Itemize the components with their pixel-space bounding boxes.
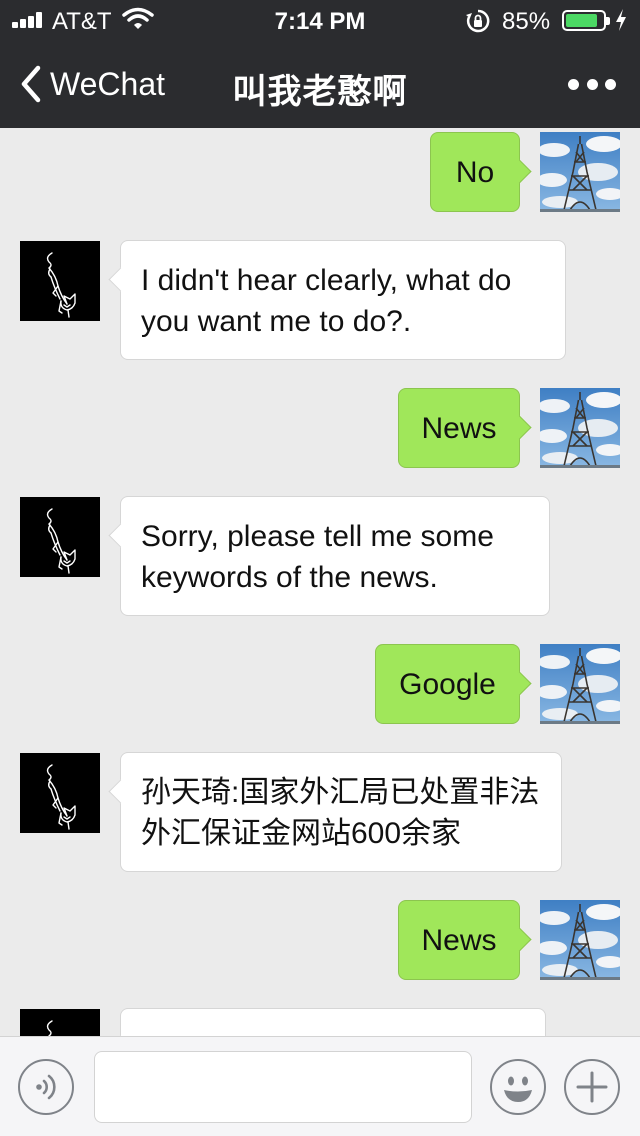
status-bar: AT&T 7:14 PM 85% <box>0 0 640 40</box>
voice-button[interactable] <box>18 1059 74 1115</box>
top-bar: AT&T 7:14 PM 85% WeChat 叫我老憨啊 <box>0 0 640 128</box>
back-button[interactable]: WeChat <box>18 64 165 104</box>
battery-fill <box>566 14 597 27</box>
my-avatar[interactable] <box>540 644 620 724</box>
contact-avatar[interactable] <box>20 497 100 577</box>
voice-icon <box>36 1074 56 1100</box>
message-bubble[interactable]: I didn't hear clearly, what do you want … <box>120 240 566 360</box>
emoji-icon <box>504 1076 532 1102</box>
cat-line-drawing-avatar <box>20 753 100 833</box>
eiffel-tower-avatar <box>540 388 620 468</box>
contact-avatar[interactable] <box>20 1009 100 1036</box>
more-dot <box>605 78 616 90</box>
message-bubble[interactable]: Google <box>375 644 520 724</box>
cat-line-drawing-avatar <box>20 1009 100 1036</box>
eiffel-tower-avatar <box>540 900 620 980</box>
my-avatar[interactable] <box>540 388 620 468</box>
message-input[interactable] <box>94 1051 472 1123</box>
eiffel-tower-avatar <box>540 132 620 212</box>
emoji-button[interactable] <box>490 1059 546 1115</box>
nav-bar: WeChat 叫我老憨啊 <box>0 40 640 128</box>
message-bubble[interactable]: 孙天琦:国家外汇局已处置非法外汇保证金网站600余家 <box>120 752 562 872</box>
battery-percent: 85% <box>502 8 551 35</box>
cat-line-drawing-avatar <box>20 241 100 321</box>
message-bubble[interactable]: No <box>430 132 520 212</box>
contact-avatar[interactable] <box>20 753 100 833</box>
cat-line-drawing-avatar <box>20 497 100 577</box>
more-dot <box>586 78 598 90</box>
message-bubble[interactable]: Sorry, please tell me some keywords of t… <box>120 496 550 616</box>
contact-avatar[interactable] <box>20 241 100 321</box>
charging-bolt-icon <box>616 9 626 31</box>
input-bar <box>0 1036 640 1136</box>
plus-button[interactable] <box>564 1059 620 1115</box>
more-dot <box>568 78 579 90</box>
my-avatar[interactable] <box>540 900 620 980</box>
plus-icon <box>576 1071 608 1103</box>
chevron-left-icon <box>21 65 41 103</box>
rotation-lock-icon <box>466 9 490 33</box>
back-label: WeChat <box>50 65 166 102</box>
more-button[interactable] <box>568 70 616 98</box>
message-bubble[interactable]: News <box>398 900 520 980</box>
chat-area[interactable]: No I didn't hear clearly, what do you wa… <box>0 128 640 1036</box>
my-avatar[interactable] <box>540 132 620 212</box>
message-bubble[interactable]: News <box>398 388 520 468</box>
eiffel-tower-avatar <box>540 644 620 724</box>
message-bubble[interactable] <box>120 1008 546 1036</box>
battery-icon <box>562 10 610 31</box>
